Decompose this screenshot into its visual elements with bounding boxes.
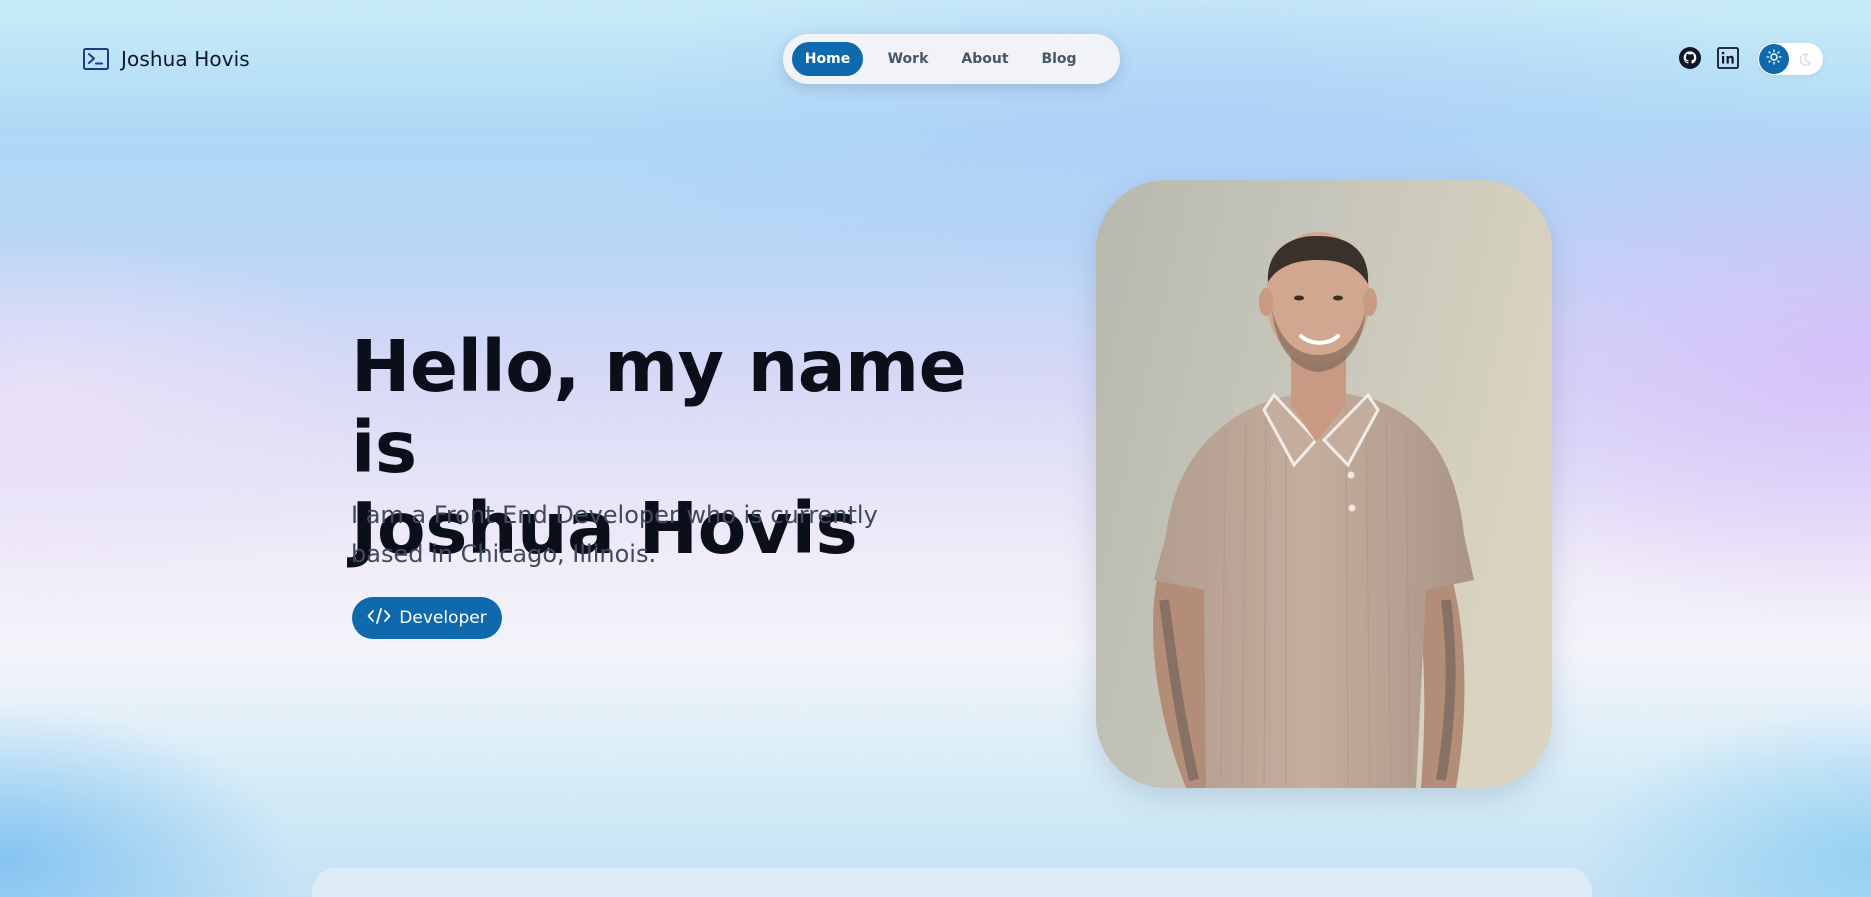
- github-icon: [1678, 46, 1702, 70]
- next-section-card: [312, 868, 1592, 897]
- nav-home[interactable]: Home: [792, 42, 863, 76]
- linkedin-icon: [1716, 46, 1740, 70]
- brand-logo[interactable]: Joshua Hovis: [83, 46, 250, 72]
- moon-icon: [1798, 52, 1812, 71]
- developer-button[interactable]: Developer: [352, 597, 502, 639]
- developer-button-label: Developer: [399, 608, 487, 628]
- code-icon: [367, 607, 391, 630]
- hero-subtitle-line2: based in Chicago, Illinois.: [351, 540, 657, 568]
- terminal-icon: [83, 48, 109, 70]
- sun-icon: [1766, 49, 1782, 69]
- hero-subtitle-line1: I am a Front End Developer who is curren…: [351, 501, 878, 529]
- hero-subtitle: I am a Front End Developer who is curren…: [351, 496, 911, 574]
- brand-name: Joshua Hovis: [121, 47, 250, 71]
- profile-photo: [1096, 180, 1552, 788]
- nav-blog[interactable]: Blog: [1031, 42, 1087, 76]
- hero-title-line1: Hello, my name is: [351, 325, 967, 489]
- theme-toggle[interactable]: [1758, 43, 1823, 75]
- nav-work[interactable]: Work: [877, 42, 939, 76]
- nav-about[interactable]: About: [949, 42, 1021, 76]
- toggle-knob: [1759, 44, 1789, 74]
- linkedin-link[interactable]: [1716, 46, 1740, 70]
- main-nav: Home Work About Blog: [783, 34, 1120, 84]
- github-link[interactable]: [1678, 46, 1702, 70]
